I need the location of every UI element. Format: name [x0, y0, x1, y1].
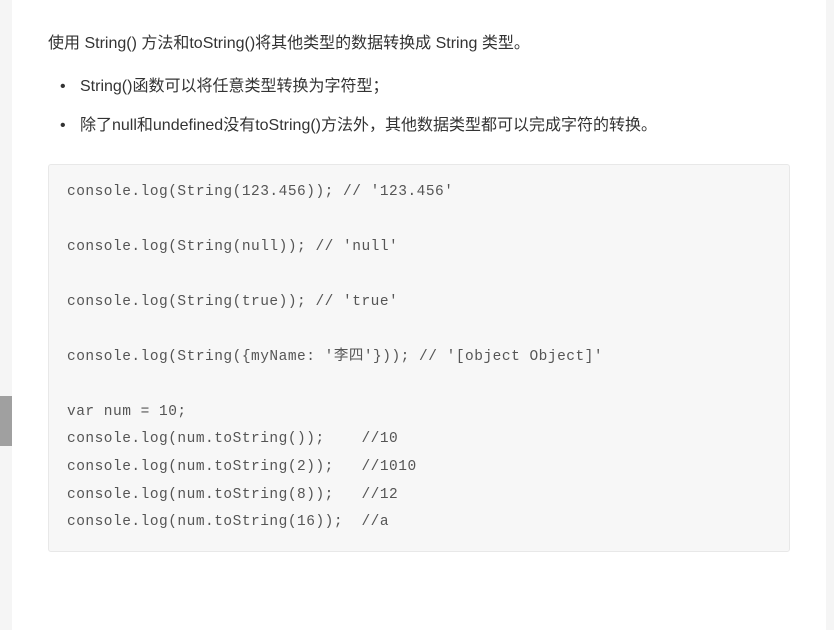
list-item: String()函数可以将任意类型转换为字符型；: [80, 73, 790, 100]
list-item: 除了null和undefined没有toString()方法外，其他数据类型都可…: [80, 112, 790, 139]
intro-paragraph: 使用 String() 方法和toString()将其他类型的数据转换成 Str…: [48, 30, 790, 57]
content-container: 使用 String() 方法和toString()将其他类型的数据转换成 Str…: [12, 0, 826, 630]
feature-list: String()函数可以将任意类型转换为字符型； 除了null和undefine…: [48, 73, 790, 139]
scrollbar-thumb[interactable]: [826, 0, 834, 200]
left-accent-bar: [0, 396, 12, 446]
code-example: console.log(String(123.456)); // '123.45…: [48, 164, 790, 552]
scrollbar-track[interactable]: [826, 0, 834, 630]
